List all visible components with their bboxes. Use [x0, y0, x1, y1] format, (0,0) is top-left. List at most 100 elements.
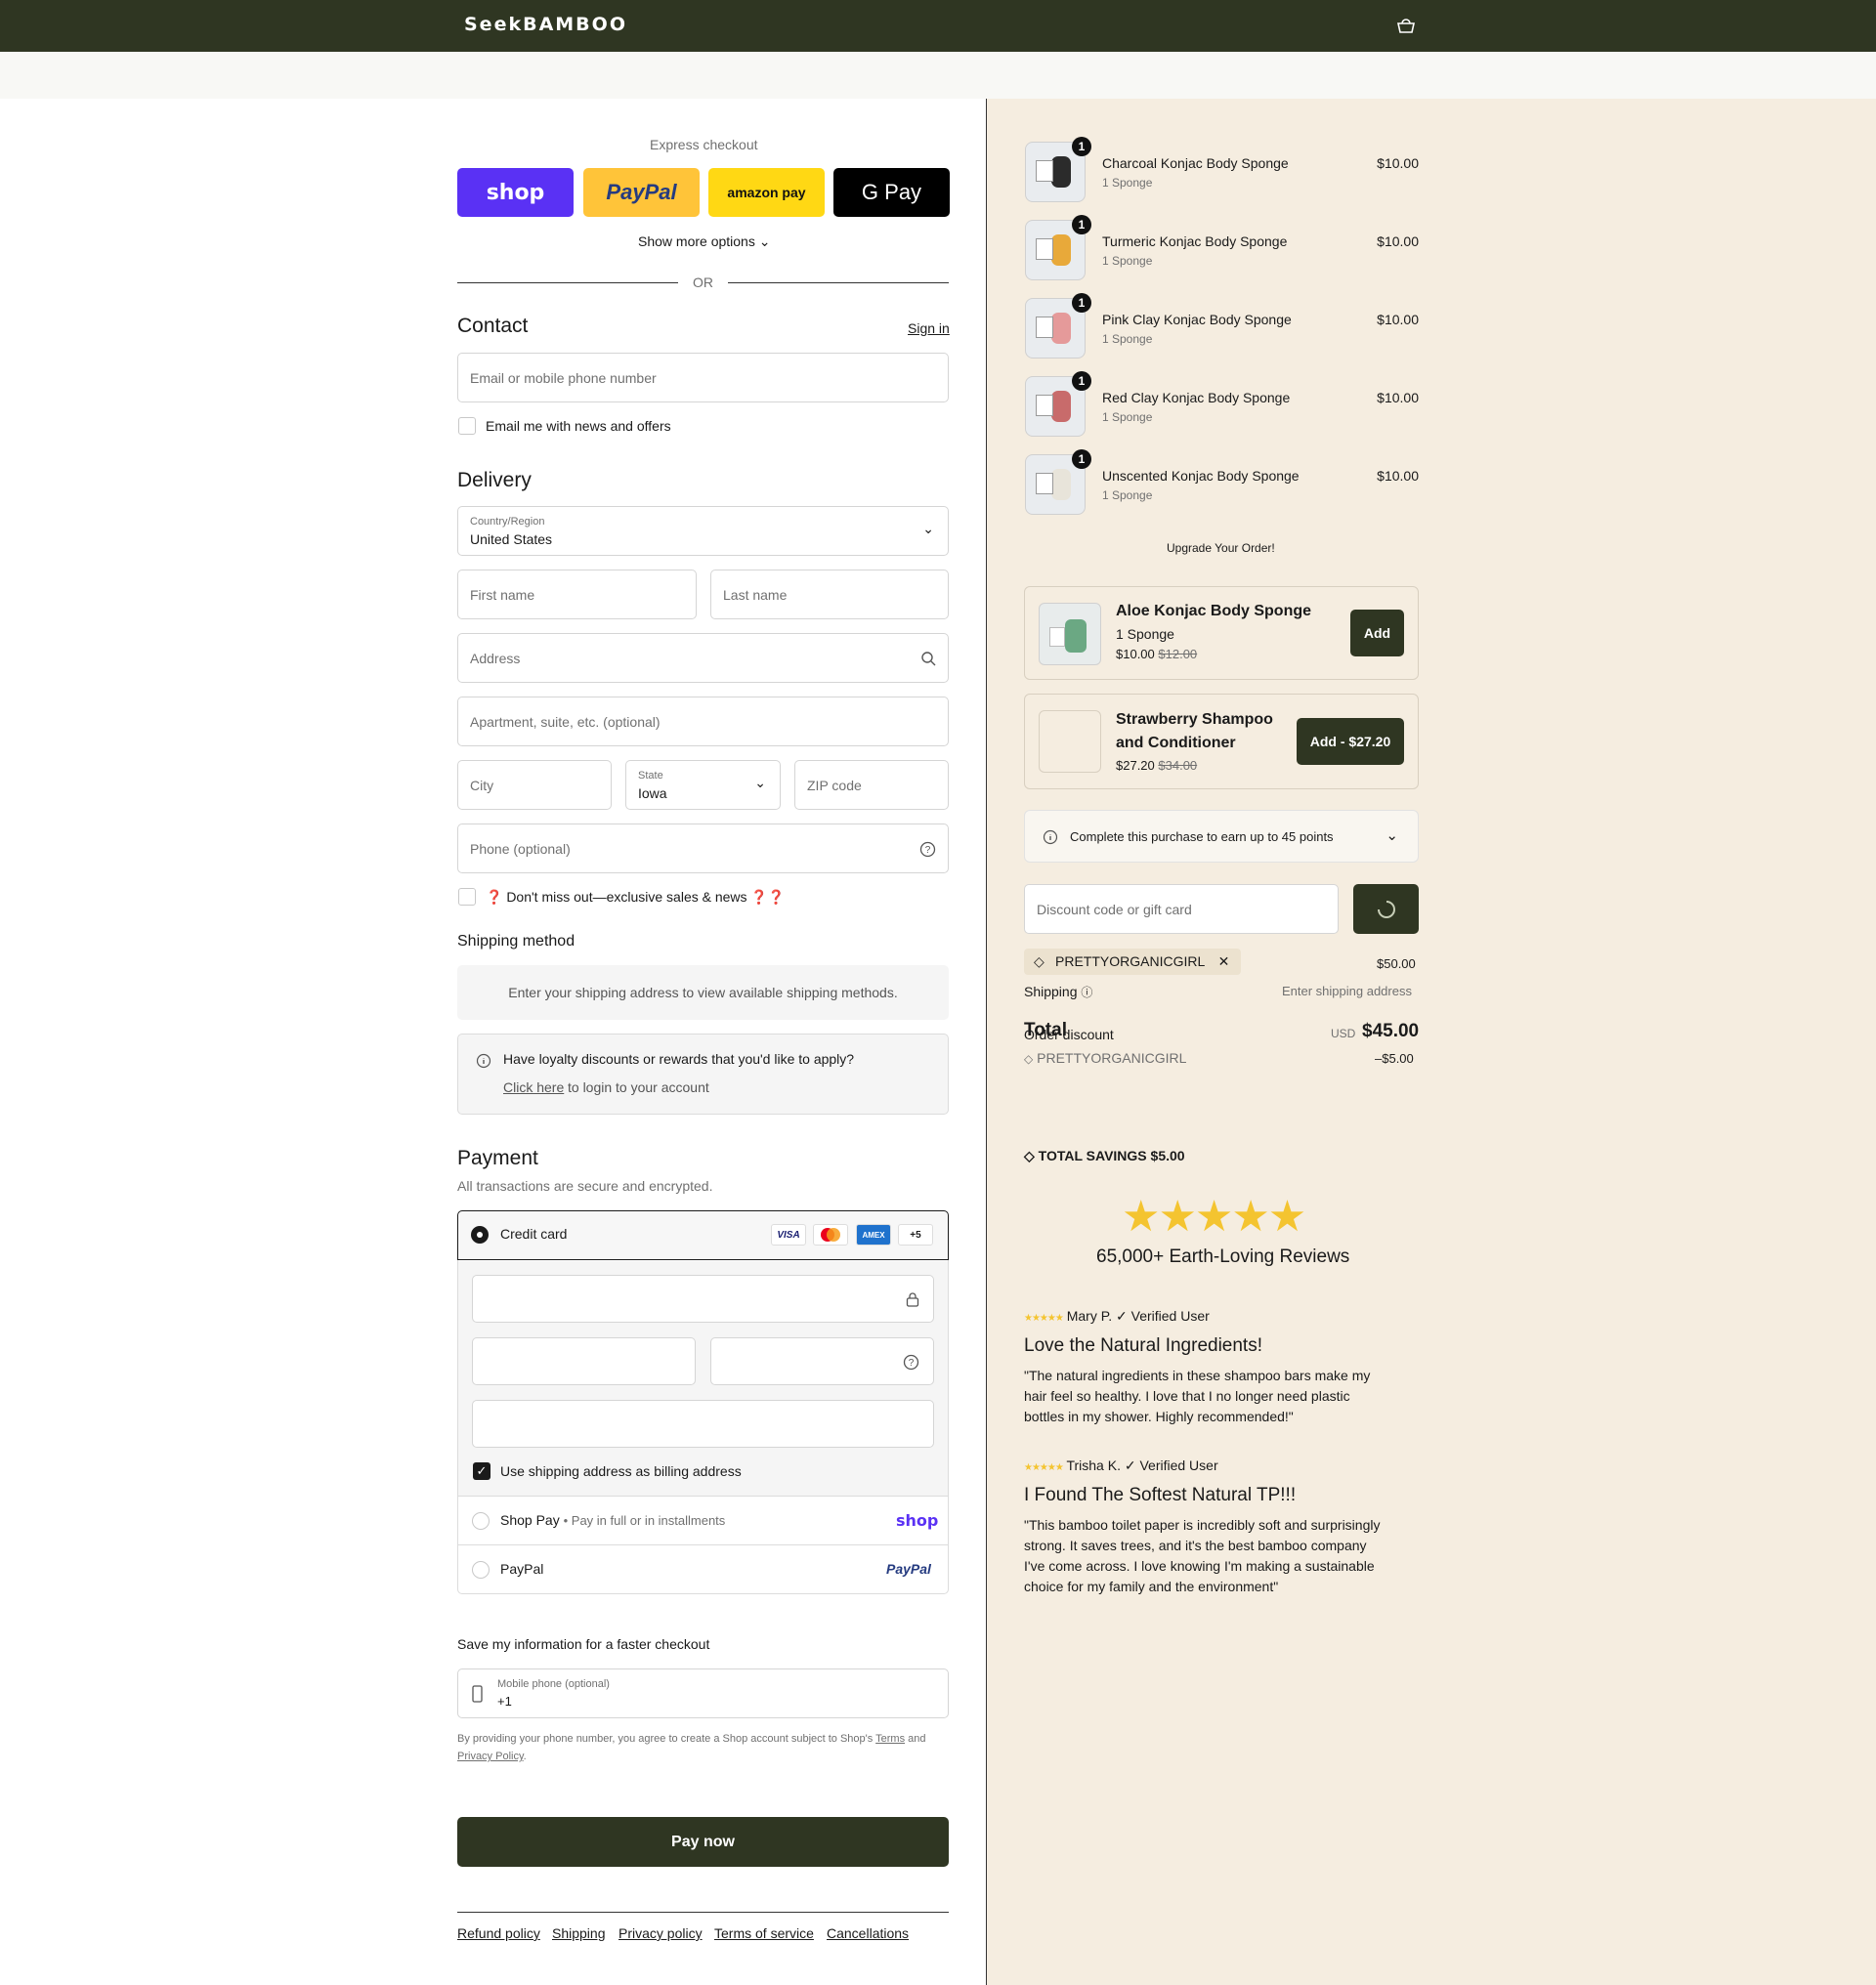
upsell-name: Aloe Konjac Body Sponge: [1116, 603, 1312, 619]
refund-policy-link[interactable]: Refund policy: [457, 1925, 540, 1941]
discount-tag: ◇ PRETTYORGANICGIRL ✕: [1024, 949, 1242, 975]
item-price: $10.00: [1377, 312, 1419, 327]
more-cards-badge: +5: [898, 1224, 933, 1246]
loyalty-link-suffix: to login to your account: [568, 1079, 709, 1095]
security-code-field[interactable]: ?: [710, 1337, 934, 1385]
svg-text:?: ?: [925, 845, 931, 856]
total-savings: ◇ TOTAL SAVINGS $5.00: [1024, 1148, 1185, 1163]
mastercard-logo: [813, 1224, 848, 1246]
quantity-badge: 1: [1072, 371, 1091, 391]
quantity-badge: 1: [1072, 449, 1091, 469]
remove-discount-icon[interactable]: ✕: [1218, 953, 1230, 969]
legal-text: By providing your phone number, you agre…: [457, 1733, 926, 1762]
privacy-policy-link[interactable]: Privacy policy: [618, 1925, 703, 1941]
product-image: [1039, 710, 1101, 773]
payment-heading: Payment: [457, 1147, 538, 1169]
billing-checkbox[interactable]: ✓: [473, 1462, 490, 1480]
amazon-pay-button[interactable]: amazon pay: [708, 168, 825, 217]
privacy-link[interactable]: Privacy Policy: [457, 1751, 524, 1762]
state-select[interactable]: State Iowa ⌄: [625, 760, 781, 810]
review-author: ★★★★★ Mary P. ✓ Verified User: [1024, 1308, 1210, 1324]
paypal-button[interactable]: PayPal: [583, 168, 700, 217]
pay-now-button[interactable]: Pay now: [457, 1817, 949, 1867]
chevron-down-icon: ⌄: [1386, 827, 1398, 844]
site-header: SeekBAMBOO: [0, 0, 1876, 52]
mobile-phone-field[interactable]: Mobile phone (optional) +1: [457, 1668, 949, 1718]
radio-selected[interactable]: [471, 1226, 489, 1244]
expiry-field[interactable]: [472, 1337, 696, 1385]
order-summary-panel: [986, 99, 1876, 1985]
phone-field[interactable]: Phone (optional) ?: [457, 824, 949, 873]
help-icon[interactable]: ⓘ: [1081, 986, 1092, 999]
city-field[interactable]: City: [457, 760, 612, 810]
logo[interactable]: SeekBAMBOO: [464, 14, 627, 35]
email-field[interactable]: Email or mobile phone number: [457, 353, 949, 402]
item-price: $10.00: [1377, 155, 1419, 171]
item-name: Pink Clay Konjac Body Sponge: [1102, 312, 1292, 327]
shop-pay-button[interactable]: shop: [457, 168, 574, 217]
apply-discount-button[interactable]: [1353, 884, 1419, 934]
divider-right: [728, 282, 949, 283]
discount-code-line: ◇ PRETTYORGANICGIRL: [1024, 1050, 1187, 1066]
terms-link[interactable]: Terms: [875, 1733, 905, 1745]
discount-field[interactable]: Discount code or gift card: [1024, 884, 1339, 934]
address-field[interactable]: Address: [457, 633, 949, 683]
card-number-field[interactable]: [472, 1275, 934, 1323]
help-icon[interactable]: ?: [903, 1354, 919, 1371]
sms-checkbox[interactable]: [458, 888, 476, 906]
visa-logo: VISA: [771, 1224, 806, 1246]
review-title: Love the Natural Ingredients!: [1024, 1335, 1262, 1356]
show-more-options[interactable]: Show more options ⌄: [638, 233, 770, 250]
bag-icon[interactable]: [1395, 17, 1417, 34]
zip-field[interactable]: ZIP code: [794, 760, 949, 810]
help-icon[interactable]: ?: [919, 841, 936, 858]
paypal-option[interactable]: PayPal: [500, 1561, 543, 1577]
first-name-field[interactable]: First name: [457, 570, 697, 619]
shop-pay-option[interactable]: Shop Pay • Pay in full or in installment…: [500, 1512, 725, 1528]
item-name: Turmeric Konjac Body Sponge: [1102, 233, 1288, 249]
review-stars: ★★★★★: [1024, 1313, 1064, 1324]
last-name-field[interactable]: Last name: [710, 570, 949, 619]
upsell-variant: 1 Sponge: [1116, 626, 1174, 642]
upsell-card: Aloe Konjac Body Sponge 1 Sponge $10.00 …: [1024, 586, 1419, 680]
apartment-field[interactable]: Apartment, suite, etc. (optional): [457, 697, 949, 746]
item-name: Unscented Konjac Body Sponge: [1102, 468, 1300, 484]
sign-in-link[interactable]: Sign in: [908, 320, 950, 336]
item-variant: 1 Sponge: [1102, 176, 1153, 190]
cancellations-link[interactable]: Cancellations: [827, 1925, 909, 1941]
tag-icon: ◇: [1034, 953, 1045, 969]
upsell-card: Strawberry Shampoo and Conditioner $27.2…: [1024, 694, 1419, 789]
review-author: ★★★★★ Trisha K. ✓ Verified User: [1024, 1457, 1218, 1473]
name-on-card-field[interactable]: [472, 1400, 934, 1448]
express-checkout-title: Express checkout: [650, 137, 758, 152]
points-banner[interactable]: Complete this purchase to earn up to 45 …: [1024, 810, 1419, 863]
tag-icon: ◇: [1024, 1052, 1034, 1066]
quantity-badge: 1: [1072, 215, 1091, 234]
credit-card-label: Credit card: [500, 1226, 568, 1242]
country-select[interactable]: Country/Region United States ⌄: [457, 506, 949, 556]
points-text: Complete this purchase to earn up to 45 …: [1070, 829, 1334, 844]
add-button[interactable]: Add - $27.20: [1297, 718, 1404, 765]
sms-label: ❓ Don't miss out—exclusive sales & news …: [486, 889, 786, 905]
item-price: $10.00: [1377, 468, 1419, 484]
review-stars: ★★★★★: [1024, 1462, 1064, 1473]
shipping-value: Enter shipping address: [1282, 984, 1412, 998]
item-variant: 1 Sponge: [1102, 488, 1153, 502]
shipping-link[interactable]: Shipping: [552, 1925, 606, 1941]
loyalty-login-link[interactable]: Click here: [503, 1079, 564, 1095]
terms-of-service-link[interactable]: Terms of service: [714, 1925, 814, 1941]
add-button[interactable]: Add: [1350, 610, 1404, 656]
paypal-radio[interactable]: [472, 1561, 490, 1579]
item-variant: 1 Sponge: [1102, 410, 1153, 424]
order-discount-label: Order discount: [1024, 1027, 1114, 1042]
item-name: Red Clay Konjac Body Sponge: [1102, 390, 1291, 405]
phone-icon: [472, 1685, 483, 1703]
shop-pay-radio[interactable]: [472, 1512, 490, 1530]
rating-stars: ★★★★★: [1122, 1193, 1306, 1241]
chevron-down-icon: ⌄: [758, 233, 771, 249]
item-variant: 1 Sponge: [1102, 332, 1153, 346]
news-checkbox[interactable]: [458, 417, 476, 435]
info-icon: [476, 1053, 491, 1069]
item-price: $10.00: [1377, 233, 1419, 249]
google-pay-button[interactable]: G Pay: [833, 168, 950, 217]
